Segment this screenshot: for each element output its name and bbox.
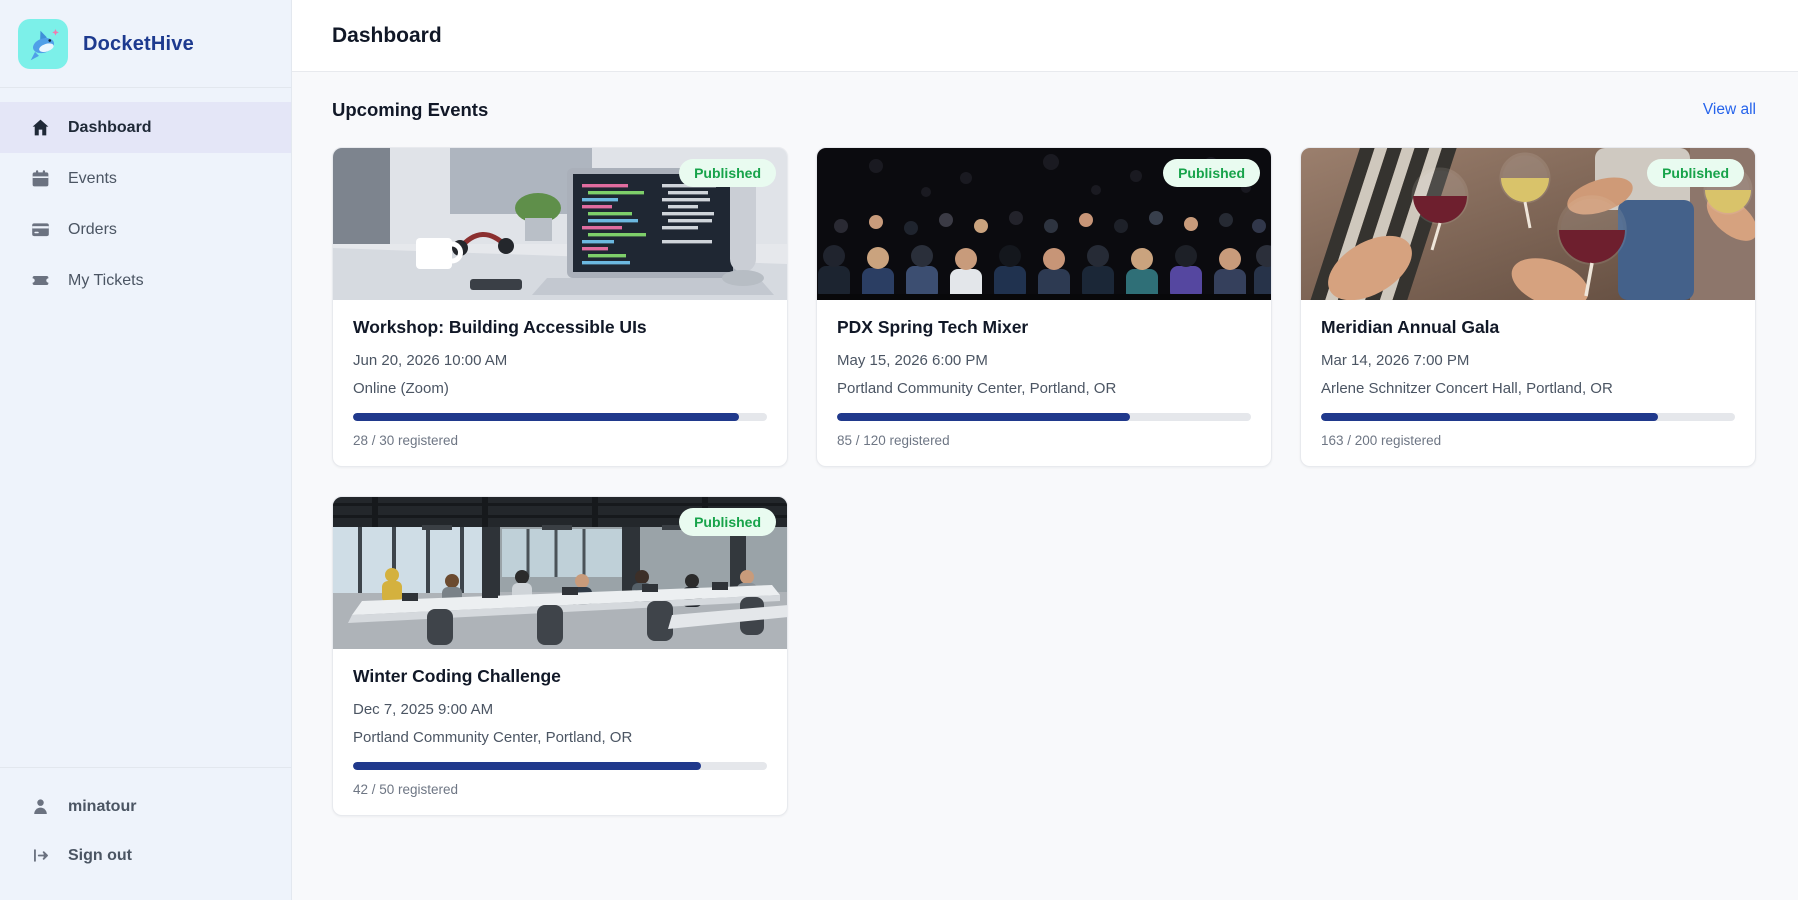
laptop-code-workspace-photo: Published (333, 148, 787, 300)
conference-audience-photo: Published (817, 148, 1271, 300)
event-title: Winter Coding Challenge (353, 666, 561, 686)
event-location: Portland Community Center, Portland, OR (353, 729, 633, 746)
ticket-icon (30, 275, 51, 286)
section-title: Upcoming Events (332, 99, 489, 120)
sidebar-footer: minatour Sign out (0, 767, 291, 900)
sign-out-icon (34, 849, 48, 862)
registration-progress-track (1321, 413, 1735, 421)
calendar-icon (32, 170, 49, 187)
view-all-link[interactable]: View all (1703, 101, 1756, 119)
content-area: Upcoming Events View all Published Works… (292, 72, 1798, 816)
sidebar-user[interactable]: minatour (0, 782, 291, 831)
registered-count: 28 / 30 registered (353, 433, 459, 448)
app-logo: DocketHive (0, 0, 291, 88)
event-card-body: Workshop: Building Accessible UIs Jun 20… (333, 300, 787, 466)
registration-progress-fill (353, 762, 701, 770)
open-office-hackathon-photo: Published (333, 497, 787, 649)
events-grid: Published Workshop: Building Accessible … (332, 147, 1756, 816)
sidebar-item-dashboard[interactable]: Dashboard (0, 102, 291, 153)
event-title: Meridian Annual Gala (1321, 317, 1500, 337)
username-label: minatour (68, 797, 137, 815)
event-title: Workshop: Building Accessible UIs (353, 317, 647, 337)
user-icon (34, 799, 47, 814)
event-location: Arlene Schnitzer Concert Hall, Portland,… (1321, 380, 1613, 397)
wine-toast-photo: Published (1301, 148, 1755, 300)
registration-progress-fill (837, 413, 1131, 421)
sign-out-label: Sign out (68, 846, 132, 864)
event-card[interactable]: Published Meridian Annual Gala Mar 14, 2… (1300, 147, 1756, 467)
dolphin-icon (18, 19, 68, 69)
section-header: Upcoming Events View all (332, 99, 1756, 121)
registered-count: 85 / 120 registered (837, 433, 950, 448)
home-icon (32, 119, 49, 136)
event-card-body: Winter Coding Challenge Dec 7, 2025 9:00… (333, 649, 787, 815)
page-title: Dashboard (332, 23, 442, 47)
event-location: Online (Zoom) (353, 380, 449, 397)
main-area: Dashboard Upcoming Events View all Publi… (292, 0, 1798, 900)
sidebar-item-orders[interactable]: Orders (0, 204, 291, 255)
status-badge: Published (1647, 159, 1744, 187)
sidebar-item-label: Dashboard (68, 118, 152, 136)
registered-count: 42 / 50 registered (353, 782, 459, 797)
sidebar-item-my-tickets[interactable]: My Tickets (0, 255, 291, 306)
event-card[interactable]: Published Winter Coding Challenge Dec 7,… (332, 496, 788, 816)
registration-progress-fill (1321, 413, 1659, 421)
event-card[interactable]: Published Workshop: Building Accessible … (332, 147, 788, 467)
event-title: PDX Spring Tech Mixer (837, 317, 1029, 337)
event-card-body: Meridian Annual Gala Mar 14, 2026 7:00 P… (1301, 300, 1755, 466)
event-datetime: Dec 7, 2025 9:00 AM (353, 701, 494, 718)
top-bar: Dashboard (292, 0, 1798, 72)
event-location: Portland Community Center, Portland, OR (837, 380, 1117, 397)
event-card-body: PDX Spring Tech Mixer May 15, 2026 6:00 … (817, 300, 1271, 466)
sidebar-item-events[interactable]: Events (0, 153, 291, 204)
event-datetime: Jun 20, 2026 10:00 AM (353, 352, 508, 369)
status-badge: Published (1163, 159, 1260, 187)
status-badge: Published (679, 159, 776, 187)
sidebar-item-label: Events (68, 169, 117, 187)
app-name: DocketHive (83, 32, 194, 55)
status-badge: Published (679, 508, 776, 536)
registration-progress-fill (353, 413, 740, 421)
registration-progress-track (353, 762, 767, 770)
sidebar-item-label: My Tickets (68, 271, 144, 289)
credit-card-icon (32, 223, 49, 237)
event-datetime: Mar 14, 2026 7:00 PM (1321, 352, 1470, 369)
sign-out-button[interactable]: Sign out (0, 831, 291, 880)
event-datetime: May 15, 2026 6:00 PM (837, 352, 988, 369)
sidebar: DocketHive Dashboard Events Orders My Ti… (0, 0, 292, 900)
registered-count: 163 / 200 registered (1321, 433, 1442, 448)
sidebar-nav: Dashboard Events Orders My Tickets (0, 88, 291, 306)
event-card[interactable]: Published PDX Spring Tech Mixer May 15, … (816, 147, 1272, 467)
registration-progress-track (837, 413, 1251, 421)
registration-progress-track (353, 413, 767, 421)
sidebar-item-label: Orders (68, 220, 117, 238)
